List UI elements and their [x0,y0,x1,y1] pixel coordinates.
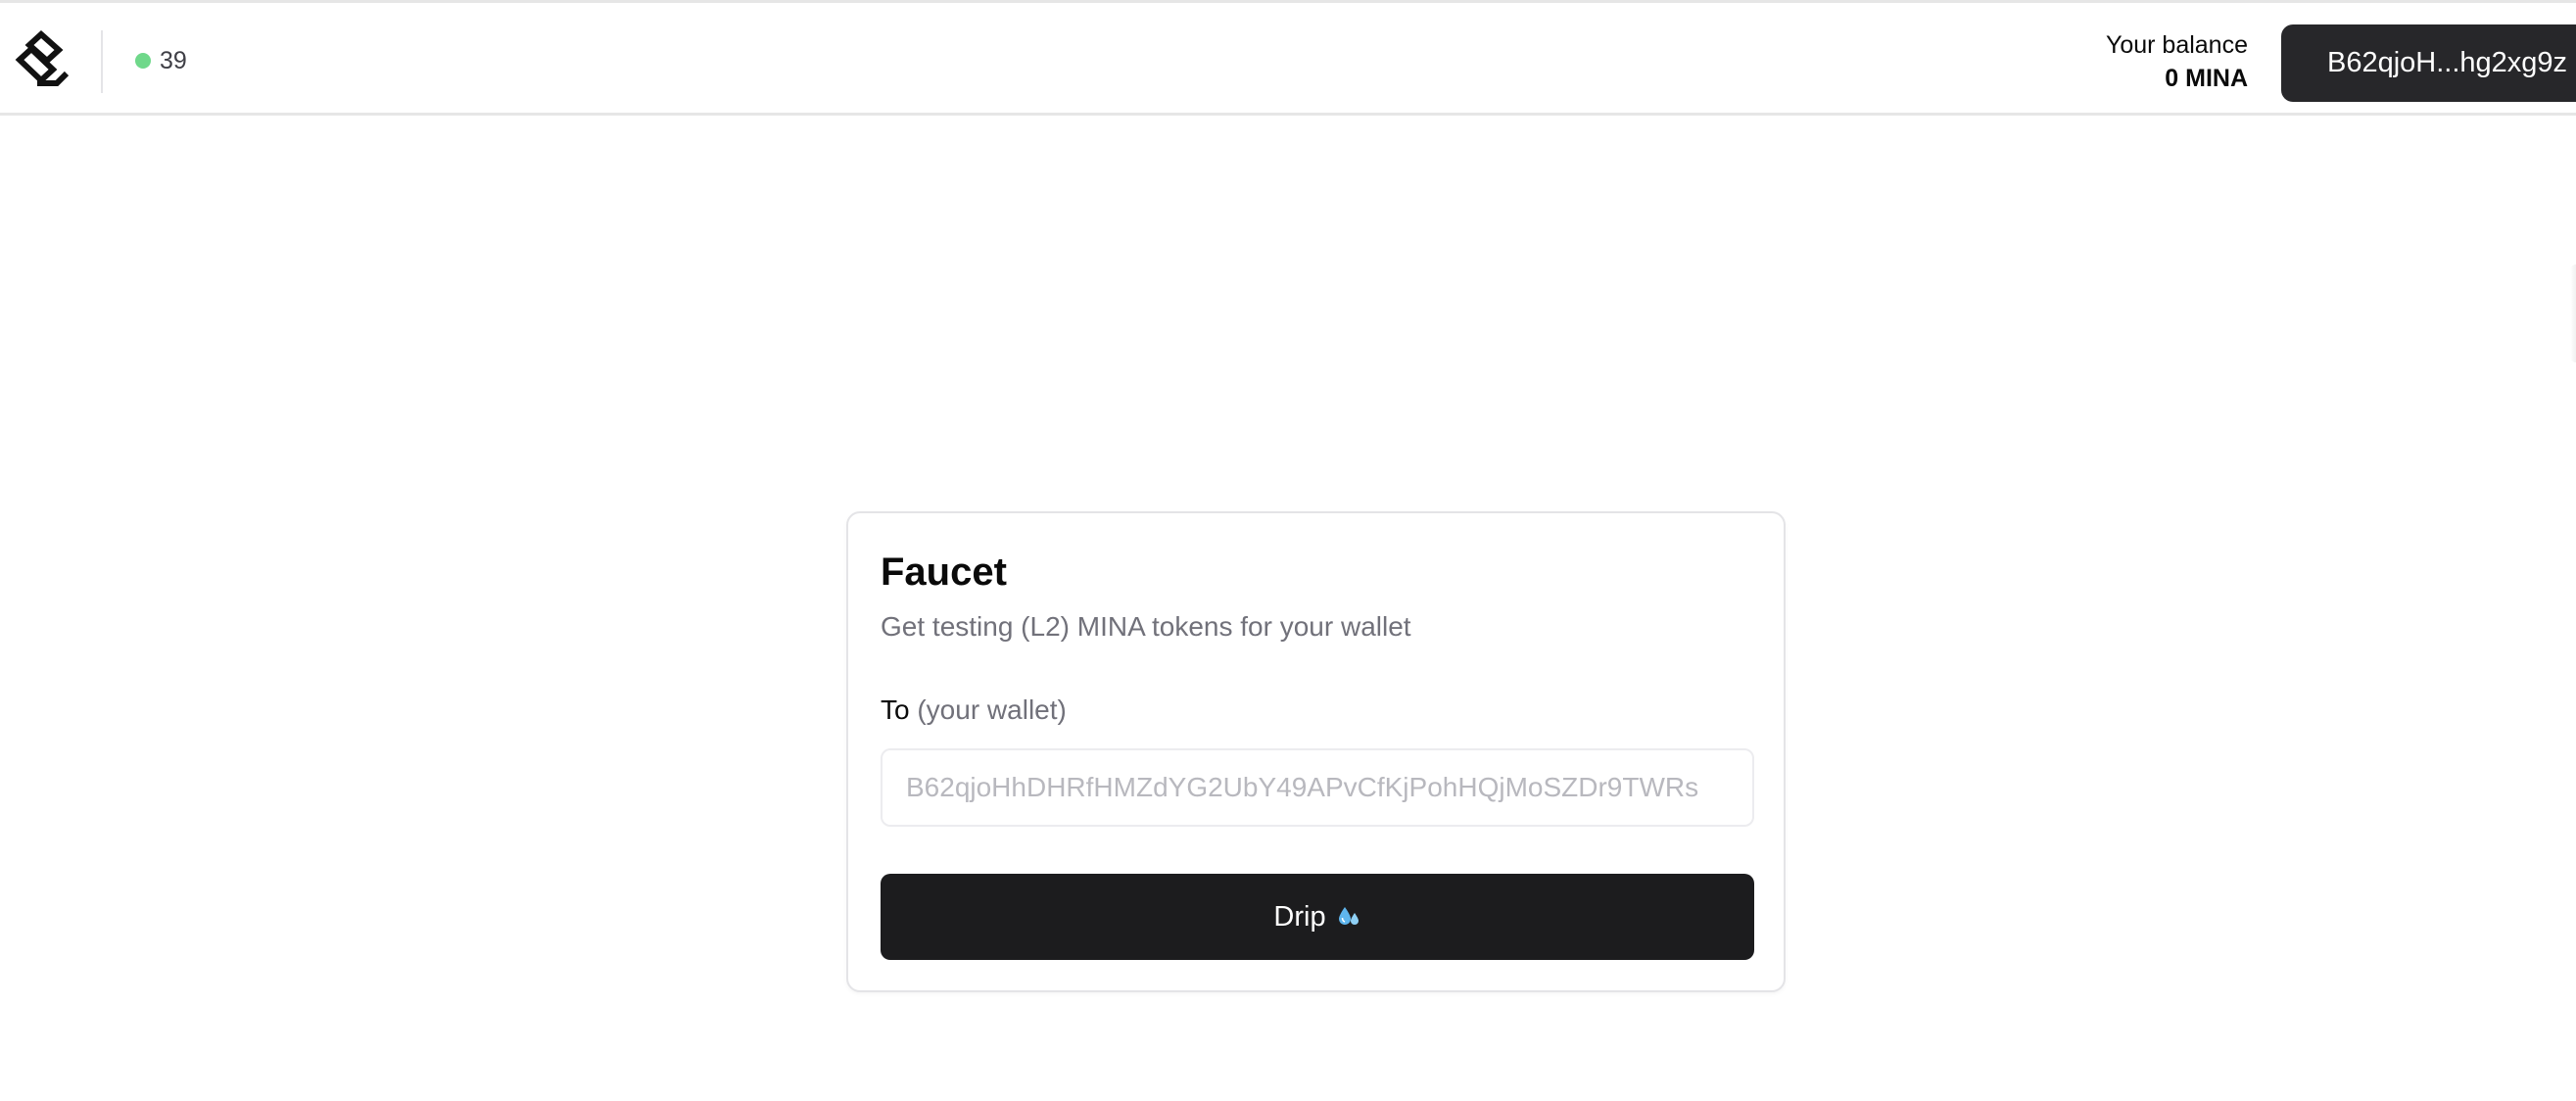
to-field-label: To (your wallet) [881,694,1067,727]
balance-display: Your balance 0 MINA [2106,28,2248,95]
header-divider [101,30,103,93]
balance-value: 0 MINA [2165,65,2248,92]
drip-label: Drip [1273,900,1326,933]
to-label-hint: (your wallet) [917,694,1067,725]
network-status: 39 [135,47,187,74]
to-label: To [881,694,910,725]
faucet-card: Faucet Get testing (L2) MINA tokens for … [846,511,1786,992]
status-dot-icon [135,53,151,69]
faucet-title: Faucet [881,550,1007,594]
edge-shadow [2570,264,2576,362]
wallet-button[interactable]: B62qjoH...hg2xg9z [2281,24,2576,102]
top-header: 39 Your balance 0 MINA B62qjoH...hg2xg9z [0,0,2576,116]
block-height: 39 [160,47,187,74]
drip-button[interactable]: Drip [881,874,1754,960]
protokit-logo-icon[interactable] [8,28,72,93]
wallet-address-input[interactable] [881,748,1754,827]
faucet-subtitle: Get testing (L2) MINA tokens for your wa… [881,611,1411,642]
balance-label: Your balance [2105,31,2248,59]
sweat-droplets-icon [1336,904,1361,930]
page: 39 Your balance 0 MINA B62qjoH...hg2xg9z… [0,0,2576,1101]
